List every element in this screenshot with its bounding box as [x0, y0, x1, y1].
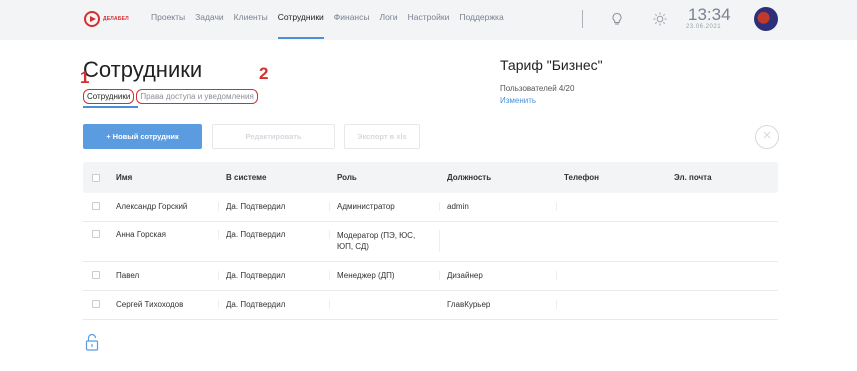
table-row[interactable]: Анна Горская Да. Подтвердил Модератор (П… — [83, 222, 778, 262]
cell-name: Александр Горский — [109, 202, 219, 211]
nav-item-projects[interactable]: Проекты — [151, 12, 185, 39]
annotation-mark-2: 2 — [259, 64, 269, 83]
nav-item-employees[interactable]: Сотрудники — [277, 12, 324, 39]
nav-item-support[interactable]: Поддержка — [459, 12, 503, 39]
nav-item-tasks[interactable]: Задачи — [195, 12, 224, 39]
change-tariff-link[interactable]: Изменить — [500, 96, 536, 105]
logo-text: ДЕЛАБЕЛ — [103, 16, 129, 22]
cell-in-system: Да. Подтвердил — [219, 271, 330, 280]
column-header-position[interactable]: Должность — [440, 173, 557, 182]
tab-employees[interactable]: Сотрудники — [83, 89, 135, 104]
cell-in-system: Да. Подтвердил — [219, 230, 330, 239]
subtabs: Сотрудники Права доступа и уведомления — [83, 89, 260, 104]
cell-role: Администратор — [330, 202, 440, 211]
row-checkbox[interactable] — [92, 230, 100, 238]
nav-item-logs[interactable]: Логи — [379, 12, 397, 39]
column-header-email[interactable]: Эл. почта — [667, 173, 778, 182]
cell-position: admin — [440, 202, 557, 211]
select-all-checkbox[interactable] — [92, 173, 100, 182]
nav-item-settings[interactable]: Настройки — [408, 12, 450, 39]
cell-name: Сергей Тихоходов — [109, 300, 219, 309]
table-row[interactable]: Сергей Тихоходов Да. Подтвердил ГлавКурь… — [83, 291, 778, 320]
cell-in-system: Да. Подтвердил — [219, 300, 330, 309]
column-header-in-system[interactable]: В системе — [219, 173, 330, 182]
logo-icon — [84, 11, 100, 27]
active-tab-indicator — [83, 106, 138, 108]
column-header-phone[interactable]: Телефон — [557, 173, 667, 182]
clock-date: 23.06.2021 — [686, 24, 722, 30]
edit-button[interactable]: Редактировать — [212, 124, 335, 149]
page-title: Сотрудники — [83, 57, 203, 82]
row-checkbox[interactable] — [92, 202, 100, 210]
top-navigation-bar: ДЕЛАБЕЛ Проекты Задачи Клиенты Сотрудник… — [0, 0, 857, 40]
table-row[interactable]: Александр Горский Да. Подтвердил Админис… — [83, 193, 778, 222]
nav-divider — [582, 10, 583, 28]
export-xls-button[interactable]: Экспорт в xls — [344, 124, 420, 149]
tab-access-rights[interactable]: Права доступа и уведомления — [136, 89, 258, 104]
app-logo[interactable]: ДЕЛАБЕЛ — [84, 11, 129, 27]
cell-name: Анна Горская — [109, 230, 219, 239]
column-header-name[interactable]: Имя — [109, 173, 219, 182]
annotation-mark-1: 1 — [80, 68, 90, 87]
cell-position: Дизайнер — [440, 271, 557, 280]
sun-icon[interactable] — [653, 12, 667, 26]
nav-item-finance[interactable]: Финансы — [334, 12, 370, 39]
column-header-role[interactable]: Роль — [330, 173, 440, 182]
table-header: Имя В системе Роль Должность Телефон Эл.… — [83, 162, 778, 193]
cell-name: Павел — [109, 271, 219, 280]
cell-role: Модератор (ПЭ, ЮС, ЮП, СД) — [330, 230, 440, 252]
new-employee-button[interactable]: + Новый сотрудник — [83, 124, 202, 149]
row-checkbox[interactable] — [92, 300, 100, 308]
lock-icon[interactable] — [85, 333, 99, 351]
row-checkbox[interactable] — [92, 271, 100, 279]
nav-item-clients[interactable]: Клиенты — [234, 12, 268, 39]
avatar[interactable] — [754, 7, 778, 31]
cell-role: Менеджер (ДП) — [330, 271, 440, 280]
table-row[interactable]: Павел Да. Подтвердил Менеджер (ДП) Дизай… — [83, 262, 778, 291]
employees-table: Имя В системе Роль Должность Телефон Эл.… — [83, 162, 778, 320]
close-icon[interactable]: × — [755, 125, 779, 149]
tariff-title: Тариф "Бизнес" — [500, 57, 603, 73]
cell-position: ГлавКурьер — [440, 300, 557, 309]
clock-time: 13:34 — [688, 5, 731, 24]
cell-in-system: Да. Подтвердил — [219, 202, 330, 211]
main-nav: Проекты Задачи Клиенты Сотрудники Финанс… — [151, 12, 514, 39]
lightbulb-icon[interactable] — [610, 12, 624, 26]
users-count: Пользователей 4/20 — [500, 84, 575, 93]
